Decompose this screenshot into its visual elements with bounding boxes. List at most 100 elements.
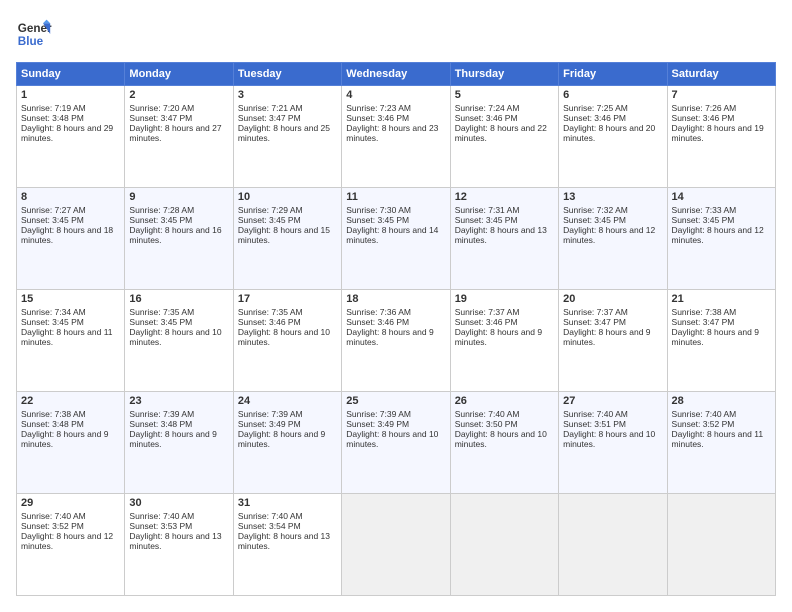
daylight-text: Daylight: 8 hours and 11 minutes.: [672, 429, 764, 449]
day-number: 4: [346, 89, 445, 101]
calendar-cell: 3Sunrise: 7:21 AMSunset: 3:47 PMDaylight…: [233, 86, 341, 188]
day-number: 13: [563, 191, 662, 203]
daylight-text: Daylight: 8 hours and 22 minutes.: [455, 123, 547, 143]
day-number: 11: [346, 191, 445, 203]
logo-icon: General Blue: [16, 16, 52, 52]
calendar-cell: 31Sunrise: 7:40 AMSunset: 3:54 PMDayligh…: [233, 494, 341, 596]
sunset-text: Sunset: 3:47 PM: [129, 113, 192, 123]
header: General Blue: [16, 16, 776, 52]
daylight-text: Daylight: 8 hours and 9 minutes.: [129, 429, 216, 449]
column-header-tuesday: Tuesday: [233, 63, 341, 86]
sunset-text: Sunset: 3:50 PM: [455, 419, 518, 429]
daylight-text: Daylight: 8 hours and 10 minutes.: [129, 327, 221, 347]
calendar-cell: 24Sunrise: 7:39 AMSunset: 3:49 PMDayligh…: [233, 392, 341, 494]
calendar-cell: 23Sunrise: 7:39 AMSunset: 3:48 PMDayligh…: [125, 392, 233, 494]
day-number: 31: [238, 497, 337, 509]
sunset-text: Sunset: 3:46 PM: [346, 113, 409, 123]
day-number: 7: [672, 89, 771, 101]
calendar-cell: 1Sunrise: 7:19 AMSunset: 3:48 PMDaylight…: [17, 86, 125, 188]
sunset-text: Sunset: 3:45 PM: [129, 317, 192, 327]
sunrise-text: Sunrise: 7:35 AM: [238, 307, 303, 317]
sunset-text: Sunset: 3:45 PM: [346, 215, 409, 225]
day-number: 30: [129, 497, 228, 509]
day-number: 21: [672, 293, 771, 305]
daylight-text: Daylight: 8 hours and 23 minutes.: [346, 123, 438, 143]
calendar-cell: [667, 494, 775, 596]
day-number: 15: [21, 293, 120, 305]
calendar-cell: 4 Sunrise: 7:23 AMSunset: 3:46 PMDaylight…: [342, 86, 450, 188]
daylight-text: Daylight: 8 hours and 19 minutes.: [672, 123, 764, 143]
daylight-text: Daylight: 8 hours and 10 minutes.: [238, 327, 330, 347]
calendar-week-3: 15Sunrise: 7:34 AMSunset: 3:45 PMDayligh…: [17, 290, 776, 392]
daylight-text: Daylight: 8 hours and 9 minutes.: [455, 327, 542, 347]
sunset-text: Sunset: 3:49 PM: [238, 419, 301, 429]
sunset-text: Sunset: 3:52 PM: [672, 419, 735, 429]
calendar-cell: 19Sunrise: 7:37 AMSunset: 3:46 PMDayligh…: [450, 290, 558, 392]
calendar-table: SundayMondayTuesdayWednesdayThursdayFrid…: [16, 62, 776, 596]
sunrise-text: Sunrise: 7:23 AM: [346, 103, 411, 113]
day-number: 8: [21, 191, 120, 203]
calendar-cell: 12Sunrise: 7:31 AMSunset: 3:45 PMDayligh…: [450, 188, 558, 290]
page: General Blue SundayMondayTuesdayWednesda…: [0, 0, 792, 612]
svg-text:Blue: Blue: [18, 35, 44, 48]
sunset-text: Sunset: 3:45 PM: [129, 215, 192, 225]
day-number: 19: [455, 293, 554, 305]
calendar-cell: 25Sunrise: 7:39 AMSunset: 3:49 PMDayligh…: [342, 392, 450, 494]
sunrise-text: Sunrise: 7:39 AM: [346, 409, 411, 419]
calendar-body: 1Sunrise: 7:19 AMSunset: 3:48 PMDaylight…: [17, 86, 776, 596]
sunrise-text: Sunrise: 7:33 AM: [672, 205, 737, 215]
day-number: 6: [563, 89, 662, 101]
calendar-cell: 15Sunrise: 7:34 AMSunset: 3:45 PMDayligh…: [17, 290, 125, 392]
sunrise-text: Sunrise: 7:34 AM: [21, 307, 86, 317]
sunrise-text: Sunrise: 7:38 AM: [672, 307, 737, 317]
calendar-cell: 7 Sunrise: 7:26 AMSunset: 3:46 PMDaylight…: [667, 86, 775, 188]
sunrise-text: Sunrise: 7:21 AM: [238, 103, 303, 113]
day-number: 27: [563, 395, 662, 407]
sunset-text: Sunset: 3:45 PM: [455, 215, 518, 225]
day-number: 3: [238, 89, 337, 101]
calendar-week-4: 22Sunrise: 7:38 AMSunset: 3:48 PMDayligh…: [17, 392, 776, 494]
calendar-cell: [450, 494, 558, 596]
sunset-text: Sunset: 3:46 PM: [455, 113, 518, 123]
sunrise-text: Sunrise: 7:27 AM: [21, 205, 86, 215]
sunset-text: Sunset: 3:45 PM: [21, 215, 84, 225]
daylight-text: Daylight: 8 hours and 29 minutes.: [21, 123, 113, 143]
calendar-cell: 22Sunrise: 7:38 AMSunset: 3:48 PMDayligh…: [17, 392, 125, 494]
calendar-cell: 20Sunrise: 7:37 AMSunset: 3:47 PMDayligh…: [559, 290, 667, 392]
day-number: 5: [455, 89, 554, 101]
daylight-text: Daylight: 8 hours and 9 minutes.: [238, 429, 325, 449]
sunrise-text: Sunrise: 7:25 AM: [563, 103, 628, 113]
sunset-text: Sunset: 3:47 PM: [672, 317, 735, 327]
day-number: 28: [672, 395, 771, 407]
calendar-week-1: 1Sunrise: 7:19 AMSunset: 3:48 PMDaylight…: [17, 86, 776, 188]
sunrise-text: Sunrise: 7:40 AM: [455, 409, 520, 419]
sunset-text: Sunset: 3:46 PM: [455, 317, 518, 327]
calendar-cell: 17Sunrise: 7:35 AMSunset: 3:46 PMDayligh…: [233, 290, 341, 392]
daylight-text: Daylight: 8 hours and 10 minutes.: [346, 429, 438, 449]
sunrise-text: Sunrise: 7:40 AM: [129, 511, 194, 521]
calendar-cell: [342, 494, 450, 596]
column-header-saturday: Saturday: [667, 63, 775, 86]
daylight-text: Daylight: 8 hours and 11 minutes.: [21, 327, 113, 347]
sunrise-text: Sunrise: 7:40 AM: [672, 409, 737, 419]
calendar-cell: 18Sunrise: 7:36 AMSunset: 3:46 PMDayligh…: [342, 290, 450, 392]
calendar-cell: 14Sunrise: 7:33 AMSunset: 3:45 PMDayligh…: [667, 188, 775, 290]
daylight-text: Daylight: 8 hours and 12 minutes.: [21, 531, 113, 551]
sunrise-text: Sunrise: 7:40 AM: [21, 511, 86, 521]
sunset-text: Sunset: 3:46 PM: [346, 317, 409, 327]
sunset-text: Sunset: 3:46 PM: [563, 113, 626, 123]
sunrise-text: Sunrise: 7:20 AM: [129, 103, 194, 113]
day-number: 16: [129, 293, 228, 305]
calendar-header-row: SundayMondayTuesdayWednesdayThursdayFrid…: [17, 63, 776, 86]
daylight-text: Daylight: 8 hours and 20 minutes.: [563, 123, 655, 143]
sunset-text: Sunset: 3:47 PM: [238, 113, 301, 123]
daylight-text: Daylight: 8 hours and 12 minutes.: [563, 225, 655, 245]
sunrise-text: Sunrise: 7:26 AM: [672, 103, 737, 113]
sunrise-text: Sunrise: 7:32 AM: [563, 205, 628, 215]
sunset-text: Sunset: 3:46 PM: [672, 113, 735, 123]
sunset-text: Sunset: 3:53 PM: [129, 521, 192, 531]
sunrise-text: Sunrise: 7:39 AM: [238, 409, 303, 419]
sunrise-text: Sunrise: 7:39 AM: [129, 409, 194, 419]
day-number: 9: [129, 191, 228, 203]
sunrise-text: Sunrise: 7:19 AM: [21, 103, 86, 113]
